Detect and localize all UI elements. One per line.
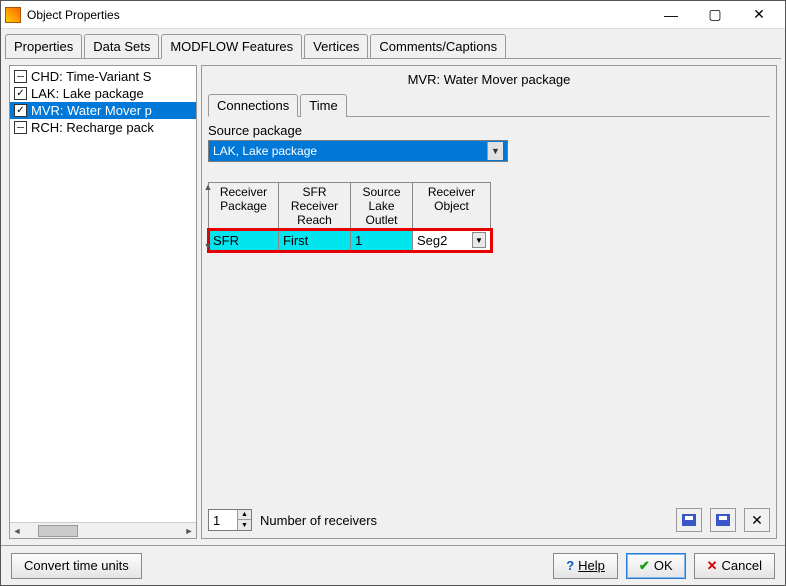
tree-item-label: MVR: Water Mover p — [31, 103, 152, 118]
col-sfr-receiver-reach[interactable]: SFR Receiver Reach — [279, 183, 351, 230]
cell-receiver-package[interactable]: SFR — [209, 230, 279, 251]
receivers-count-stepper[interactable]: 1 ▲ ▼ — [208, 509, 252, 531]
receivers-grid[interactable]: Receiver Package SFR Receiver Reach Sour… — [208, 182, 491, 251]
receivers-count-label: Number of receivers — [260, 513, 377, 528]
tab-data-sets[interactable]: Data Sets — [84, 34, 159, 59]
cancel-label: Cancel — [722, 558, 762, 573]
main-tab-bar: Properties Data Sets MODFLOW Features Ve… — [1, 29, 785, 58]
tree-item-rch[interactable]: RCH: Recharge pack — [10, 119, 196, 136]
col-source-lake-outlet[interactable]: Source Lake Outlet — [351, 183, 413, 230]
minimize-button[interactable]: — — [649, 2, 693, 28]
tristate-icon[interactable] — [14, 121, 27, 134]
col-receiver-object[interactable]: Receiver Object — [413, 183, 491, 230]
add-row-button[interactable] — [710, 508, 736, 532]
tab-properties[interactable]: Properties — [5, 34, 82, 59]
source-package-label: Source package — [208, 123, 770, 138]
checkbox-icon[interactable]: ✓ — [14, 104, 27, 117]
source-package-select[interactable]: LAK, Lake package ▼ — [208, 140, 508, 162]
delete-row-button[interactable]: ✕ — [744, 508, 770, 532]
scroll-left-icon[interactable]: ◄ — [10, 524, 24, 538]
tree-item-label: CHD: Time-Variant S — [31, 69, 151, 84]
tree-horizontal-scrollbar[interactable]: ◄ ► — [10, 522, 196, 538]
panel-title: MVR: Water Mover package — [202, 66, 776, 93]
ok-label: OK — [654, 558, 673, 573]
source-package-value: LAK, Lake package — [213, 144, 317, 158]
check-icon: ✔ — [639, 558, 650, 574]
tree-item-mvr[interactable]: ✓ MVR: Water Mover p — [10, 102, 196, 119]
disk-icon — [682, 514, 696, 526]
cell-receiver-object-value: Seg2 — [417, 233, 447, 248]
disk-icon — [716, 514, 730, 526]
tree-item-label: LAK: Lake package — [31, 86, 144, 101]
table-row[interactable]: SFR First 1 Seg2 ▼ — [209, 230, 491, 251]
tree-item-chd[interactable]: CHD: Time-Variant S — [10, 68, 196, 85]
tree-item-lak[interactable]: ✓ LAK: Lake package — [10, 85, 196, 102]
maximize-button[interactable]: ▢ — [693, 2, 737, 28]
cell-sfr-receiver-reach[interactable]: First — [279, 230, 351, 251]
feature-tree[interactable]: CHD: Time-Variant S ✓ LAK: Lake package … — [9, 65, 197, 539]
close-icon: ✕ — [707, 558, 718, 574]
chevron-down-icon[interactable]: ▼ — [487, 142, 503, 160]
subtab-connections[interactable]: Connections — [208, 94, 298, 117]
subtab-time[interactable]: Time — [300, 94, 346, 117]
cell-receiver-object[interactable]: Seg2 ▼ — [413, 230, 491, 251]
close-button[interactable]: ✕ — [737, 2, 781, 28]
feature-detail-panel: MVR: Water Mover package Connections Tim… — [201, 65, 777, 539]
chevron-down-icon[interactable]: ▼ — [472, 232, 486, 248]
convert-time-units-label: Convert time units — [24, 558, 129, 573]
tab-modflow-features[interactable]: MODFLOW Features — [161, 34, 302, 59]
convert-time-units-button[interactable]: Convert time units — [11, 553, 142, 579]
grid-vertical-scroll[interactable]: ▲ ▼ — [204, 182, 212, 251]
receivers-count-value[interactable]: 1 — [209, 513, 237, 528]
ok-button[interactable]: ✔ OK — [626, 553, 686, 579]
tab-vertices[interactable]: Vertices — [304, 34, 368, 59]
tab-comments-captions[interactable]: Comments/Captions — [370, 34, 506, 59]
scroll-right-icon[interactable]: ► — [182, 524, 196, 538]
app-icon — [5, 7, 21, 23]
help-label: Help — [578, 558, 605, 573]
window-title: Object Properties — [27, 8, 649, 22]
scroll-down-icon[interactable]: ▼ — [202, 241, 214, 251]
cell-source-lake-outlet[interactable]: 1 — [351, 230, 413, 251]
insert-row-button[interactable] — [676, 508, 702, 532]
help-icon: ? — [566, 558, 574, 573]
scroll-up-icon[interactable]: ▲ — [202, 182, 214, 192]
tristate-icon[interactable] — [14, 70, 27, 83]
spin-down-icon[interactable]: ▼ — [238, 520, 251, 530]
checkbox-icon[interactable]: ✓ — [14, 87, 27, 100]
col-receiver-package[interactable]: Receiver Package — [209, 183, 279, 230]
cancel-button[interactable]: ✕ Cancel — [694, 553, 775, 579]
scroll-thumb[interactable] — [38, 525, 78, 537]
x-icon: ✕ — [751, 512, 763, 529]
sub-tab-bar: Connections Time — [202, 93, 776, 116]
tree-item-label: RCH: Recharge pack — [31, 120, 154, 135]
spin-up-icon[interactable]: ▲ — [238, 510, 251, 520]
help-button[interactable]: ? Help — [553, 553, 618, 579]
